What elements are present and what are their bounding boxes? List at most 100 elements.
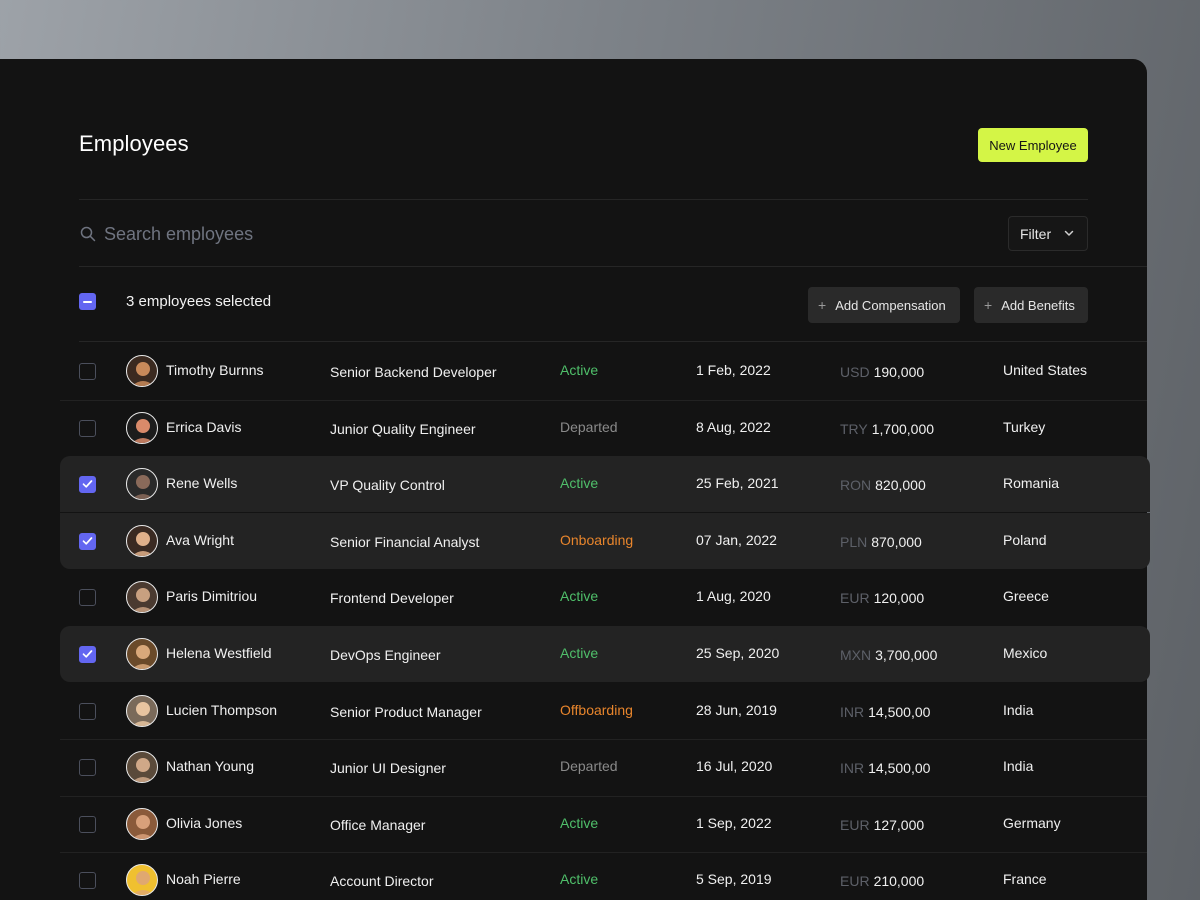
search-input[interactable] xyxy=(104,220,504,248)
person-icon xyxy=(132,532,154,556)
status-label: Departed xyxy=(560,758,618,774)
salary: EUR 127,000 xyxy=(840,817,924,833)
salary: INR 14,500,00 xyxy=(840,760,930,776)
chevron-down-icon xyxy=(1064,230,1074,236)
employee-role: Junior Quality Engineer xyxy=(330,421,476,437)
avatar xyxy=(126,808,158,840)
employee-role: Senior Backend Developer xyxy=(330,364,497,380)
avatar xyxy=(126,581,158,613)
row-checkbox[interactable] xyxy=(79,420,96,437)
currency-code: USD xyxy=(840,364,870,380)
row-checkbox[interactable] xyxy=(79,816,96,833)
employee-name[interactable]: Rene Wells xyxy=(166,475,237,491)
table-row[interactable]: Ava Wright Senior Financial Analyst Onboar… xyxy=(60,513,1150,569)
currency-code: EUR xyxy=(840,817,870,833)
row-checkbox[interactable] xyxy=(79,646,96,663)
start-date: 1 Sep, 2022 xyxy=(696,815,772,831)
employee-name[interactable]: Paris Dimitriou xyxy=(166,588,257,604)
employee-name[interactable]: Helena Westfield xyxy=(166,645,272,661)
start-date: 1 Aug, 2020 xyxy=(696,588,771,604)
salary: TRY 1,700,000 xyxy=(840,421,934,437)
row-checkbox[interactable] xyxy=(79,533,96,550)
country: Poland xyxy=(1003,532,1047,548)
avatar xyxy=(126,525,158,557)
employee-name[interactable]: Ava Wright xyxy=(166,532,234,548)
salary-amount: 14,500,00 xyxy=(868,760,931,776)
salary-amount: 120,000 xyxy=(873,590,925,606)
add-benefits-button[interactable]: + Add Benefits xyxy=(974,287,1088,323)
salary: INR 14,500,00 xyxy=(840,704,930,720)
start-date: 25 Feb, 2021 xyxy=(696,475,779,491)
table-row[interactable]: Timothy Burnns Senior Backend Developer Ac… xyxy=(60,343,1150,399)
row-checkbox[interactable] xyxy=(79,589,96,606)
row-checkbox[interactable] xyxy=(79,363,96,380)
filter-dropdown[interactable]: Filter xyxy=(1008,216,1088,251)
employee-name[interactable]: Olivia Jones xyxy=(166,815,242,831)
check-icon xyxy=(82,537,93,545)
row-checkbox[interactable] xyxy=(79,476,96,493)
status-label: Active xyxy=(560,588,599,604)
avatar xyxy=(126,695,158,727)
country: United States xyxy=(1003,362,1088,378)
currency-code: EUR xyxy=(840,873,870,889)
table-row[interactable]: Olivia Jones Office Manager Active 1 Sep, 2… xyxy=(60,796,1150,852)
table-row[interactable]: Errica Davis Junior Quality Engineer Depar… xyxy=(60,400,1150,456)
add-compensation-label: Add Compensation xyxy=(835,297,946,313)
row-checkbox[interactable] xyxy=(79,703,96,720)
salary: EUR 120,000 xyxy=(840,590,924,606)
avatar xyxy=(126,468,158,500)
currency-code: INR xyxy=(840,704,865,720)
person-icon xyxy=(132,702,154,726)
employee-name[interactable]: Lucien Thompson xyxy=(166,702,277,718)
status-label: Offboarding xyxy=(560,702,633,718)
minus-icon xyxy=(83,300,92,303)
start-date: 8 Aug, 2022 xyxy=(696,419,771,435)
country: Romania xyxy=(1003,475,1060,491)
employee-name[interactable]: Timothy Burnns xyxy=(166,362,264,378)
salary: EUR 210,000 xyxy=(840,873,924,889)
add-compensation-button[interactable]: + Add Compensation xyxy=(808,287,960,323)
table-row[interactable]: Noah Pierre Account Director Active 5 Sep, … xyxy=(60,852,1150,900)
country: India xyxy=(1003,758,1034,774)
selected-count: 3 employees selected xyxy=(126,293,272,310)
table-row[interactable]: Helena Westfield DevOps Engineer Active 25 … xyxy=(60,626,1150,682)
currency-code: INR xyxy=(840,760,865,776)
status-label: Active xyxy=(560,871,599,887)
start-date: 1 Feb, 2022 xyxy=(696,362,771,378)
check-icon xyxy=(82,480,93,488)
page-title: Employees xyxy=(79,131,189,156)
avatar xyxy=(126,864,158,896)
salary: PLN 870,000 xyxy=(840,534,922,550)
search-icon xyxy=(80,226,96,242)
status-label: Active xyxy=(560,475,599,491)
table-row[interactable]: Lucien Thompson Senior Product Manager Off… xyxy=(60,683,1150,739)
employee-role: Office Manager xyxy=(330,817,426,833)
table-row[interactable]: Nathan Young Junior UI Designer Departed 16… xyxy=(60,739,1150,795)
employee-name[interactable]: Noah Pierre xyxy=(166,871,241,887)
row-checkbox[interactable] xyxy=(79,759,96,776)
status-label: Active xyxy=(560,362,599,378)
row-checkbox[interactable] xyxy=(79,872,96,889)
employee-role: DevOps Engineer xyxy=(330,647,441,663)
new-employee-button[interactable]: New Employee xyxy=(978,128,1088,162)
select-all-checkbox[interactable] xyxy=(79,293,96,310)
employee-name[interactable]: Nathan Young xyxy=(166,758,254,774)
person-icon xyxy=(132,645,154,669)
status-label: Active xyxy=(560,645,599,661)
currency-code: RON xyxy=(840,477,872,493)
plus-icon: + xyxy=(818,297,827,313)
table-row[interactable]: Paris Dimitriou Frontend Developer Active 1… xyxy=(60,569,1150,625)
salary-amount: 870,000 xyxy=(871,534,922,550)
toolbar-divider xyxy=(79,341,1147,342)
currency-code: PLN xyxy=(840,534,868,550)
currency-code: MXN xyxy=(840,647,872,663)
country: France xyxy=(1003,871,1047,887)
start-date: 25 Sep, 2020 xyxy=(696,645,780,661)
person-icon xyxy=(132,815,154,839)
salary-amount: 210,000 xyxy=(873,873,925,889)
status-label: Departed xyxy=(560,419,618,435)
start-date: 5 Sep, 2019 xyxy=(696,871,772,887)
avatar xyxy=(126,751,158,783)
employee-name[interactable]: Errica Davis xyxy=(166,419,241,435)
table-row[interactable]: Rene Wells VP Quality Control Active 25 Feb… xyxy=(60,456,1150,512)
